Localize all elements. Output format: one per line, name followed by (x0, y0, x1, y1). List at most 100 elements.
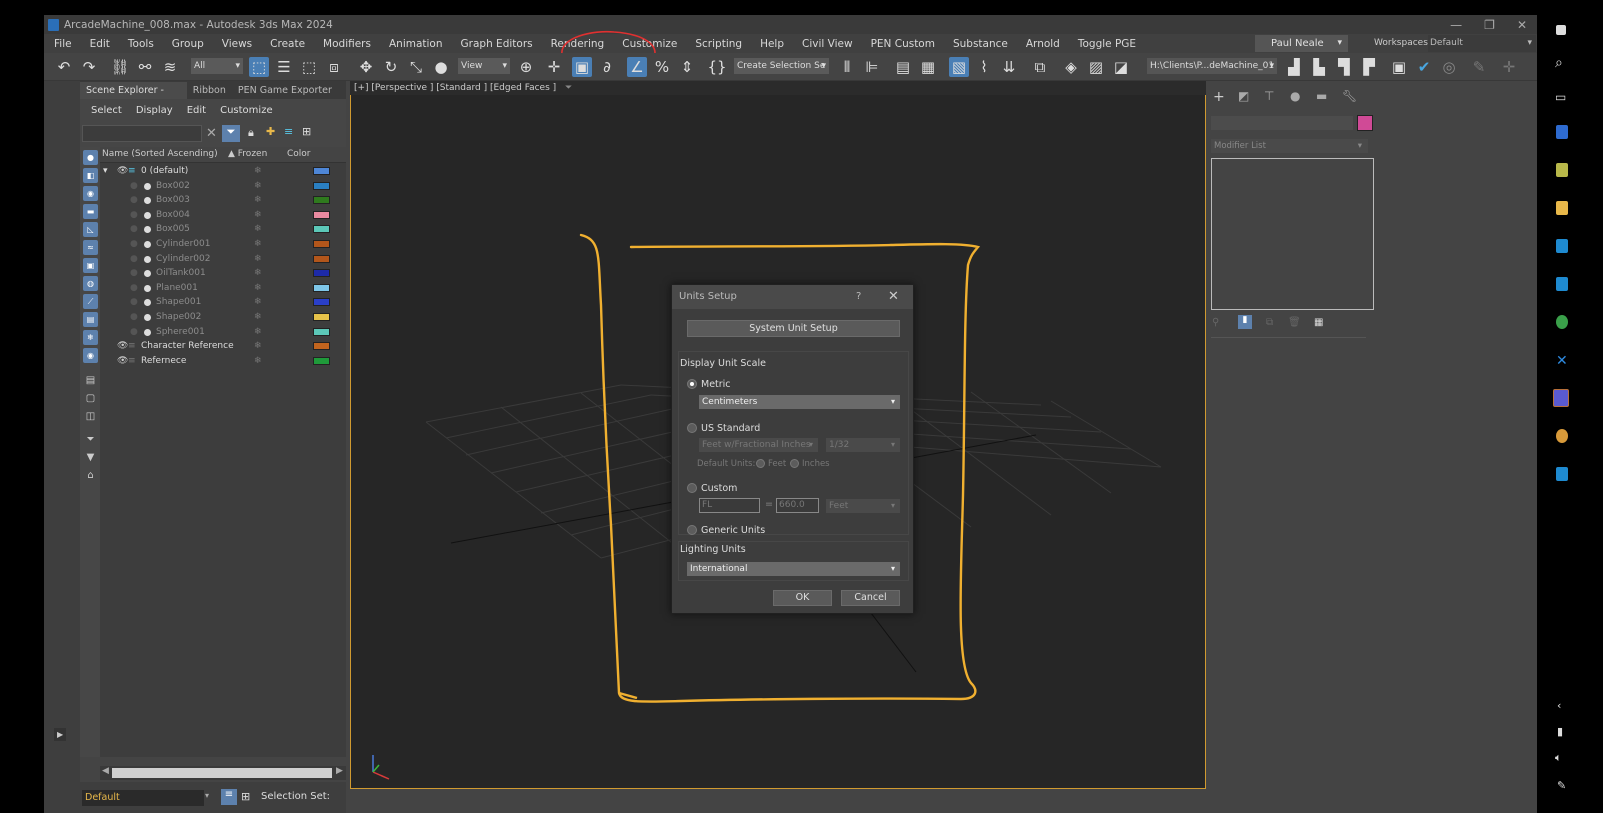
object-color-swatch[interactable] (313, 254, 330, 263)
table-row[interactable]: ● Plane001 ❄ (100, 281, 346, 296)
create-tab-icon[interactable]: + (1213, 89, 1225, 105)
file-explorer-icon[interactable] (1556, 201, 1568, 215)
dialog-title-bar[interactable]: Units Setup (672, 285, 913, 309)
frozen-toggle-icon[interactable]: ❄ (254, 310, 262, 325)
taskbar-app-1-icon[interactable] (1556, 125, 1568, 139)
table-row[interactable]: ● Box004 ❄ (100, 208, 346, 223)
table-row[interactable]: ● Box002 ❄ (100, 179, 346, 194)
table-row[interactable]: ● Cylinder001 ❄ (100, 237, 346, 252)
row-name[interactable]: Sphere001 (156, 325, 205, 340)
utilities-tab-icon[interactable]: 🔧︎ (1342, 89, 1357, 103)
remove-modifier-icon[interactable]: 🗑︎ (1288, 317, 1301, 328)
se-menu-customize[interactable]: Customize (220, 105, 273, 116)
angle-snap-icon[interactable]: ∠ (627, 57, 647, 77)
display-bones-icon[interactable]: ⟋ (83, 294, 98, 309)
se-menu-display[interactable]: Display (136, 105, 173, 116)
frozen-toggle-icon[interactable]: ❄ (254, 266, 262, 281)
menu-group[interactable]: Group (172, 38, 204, 50)
frozen-toggle-icon[interactable]: ❄ (254, 295, 262, 310)
scroll-left-icon[interactable]: ◀ (102, 766, 109, 776)
row-name[interactable]: Cylinder001 (156, 237, 210, 252)
row-name[interactable]: Box004 (156, 208, 190, 223)
scale-icon[interactable]: ⤡ (406, 57, 426, 77)
viewport-filter-icon[interactable]: ⏷ (565, 83, 572, 93)
table-row[interactable]: 👁︎ ≡ Refernece ❄ (100, 354, 346, 369)
frozen-toggle-icon[interactable]: ❄ (254, 237, 262, 252)
add-layer-icon[interactable]: ✚ (266, 125, 275, 138)
frozen-toggle-icon[interactable]: ❄ (254, 193, 262, 208)
object-color-swatch[interactable] (313, 181, 330, 190)
visibility-dot-icon[interactable]: ● (130, 252, 138, 267)
visibility-dot-icon[interactable]: ● (130, 325, 138, 340)
object-color-swatch[interactable] (1357, 115, 1373, 131)
row-name[interactable]: Box003 (156, 193, 190, 208)
menu-file[interactable]: File (54, 38, 72, 50)
frozen-toggle-icon[interactable]: ❄ (254, 252, 262, 267)
save-icon[interactable]: ▣ (1389, 57, 1409, 77)
menu-help[interactable]: Help (760, 38, 784, 50)
visibility-dot-icon[interactable]: ● (130, 266, 138, 281)
row-name[interactable]: Box002 (156, 179, 190, 194)
ok-button[interactable]: OK (773, 590, 832, 606)
menu-edit[interactable]: Edit (90, 38, 110, 50)
display-geometry-icon[interactable]: ● (83, 150, 98, 165)
render-frame-icon[interactable]: ◪ (1111, 57, 1131, 77)
clear-search-icon[interactable]: ✕ (206, 126, 217, 141)
menu-civil-view[interactable]: Civil View (802, 38, 853, 50)
metric-units-select[interactable]: Centimeters (699, 395, 900, 409)
volume-icon[interactable]: 🔈︎ (1555, 751, 1562, 765)
menu-scripting[interactable]: Scripting (695, 38, 742, 50)
object-color-swatch[interactable] (313, 342, 330, 351)
us-standard-radio[interactable] (687, 423, 697, 433)
visibility-dot-icon[interactable]: ● (130, 222, 138, 237)
named-selection-set-select[interactable]: Create Selection Se (734, 58, 829, 74)
custom-name-input[interactable]: FL (699, 498, 760, 513)
table-row[interactable]: ● Shape002 ❄ (100, 310, 346, 325)
object-color-swatch[interactable] (313, 167, 330, 175)
expand-arrow-icon[interactable]: ▶ (54, 728, 67, 741)
dialog-close-icon[interactable]: ✕ (888, 285, 899, 308)
se-menu-edit[interactable]: Edit (187, 105, 206, 116)
column-frozen[interactable]: ▲ Frozen (228, 149, 267, 159)
close-button[interactable]: ✕ (1517, 18, 1527, 32)
mirror-icon[interactable]: ⫴ (837, 57, 857, 77)
curve-editor-icon[interactable]: ⌇ (974, 57, 994, 77)
viewport-menu-label[interactable]: [+] [Perspective ] [Standard ] [Edged Fa… (354, 83, 556, 93)
selection-filter-select[interactable]: All (191, 58, 243, 74)
material-editor-icon[interactable]: ◈ (1061, 57, 1081, 77)
pivot-center-icon[interactable]: ⊕ (516, 57, 536, 77)
column-color[interactable]: Color (287, 149, 311, 159)
menu-views[interactable]: Views (222, 38, 252, 50)
layers-icon[interactable]: ≡ (221, 789, 237, 805)
search-input[interactable] (82, 125, 202, 142)
pen-icon[interactable]: ✎ (1557, 779, 1566, 792)
table-row[interactable]: ● OilTank001 ❄ (100, 266, 346, 281)
tray-expand-icon[interactable]: ‹ (1557, 699, 1561, 712)
taskbar-app-3-icon[interactable] (1556, 429, 1568, 443)
visibility-dot-icon[interactable]: ● (130, 295, 138, 310)
select-by-name-icon[interactable]: ☰ (274, 57, 294, 77)
menu-arnold[interactable]: Arnold (1026, 38, 1060, 50)
rotate-icon[interactable]: ↻ (381, 57, 401, 77)
place-icon[interactable]: ● (431, 57, 451, 77)
bind-space-warp-icon[interactable]: ≋ (160, 57, 180, 77)
show-end-result-icon[interactable]: ▮ (1238, 315, 1252, 329)
row-name[interactable]: Shape001 (156, 295, 201, 310)
taskbar-3dsmax-2-icon[interactable] (1556, 277, 1568, 291)
display-cameras-icon[interactable]: ▬ (83, 204, 98, 219)
display-containers-icon[interactable]: ▤ (83, 312, 98, 327)
sync-icon[interactable]: ◎ (1439, 57, 1459, 77)
custom-value-input[interactable]: 660.0 (776, 498, 819, 513)
layer-stack-icon[interactable]: ≡ (284, 125, 293, 138)
table-row[interactable]: ● Sphere001 ❄ (100, 325, 346, 340)
object-color-swatch[interactable] (313, 196, 330, 205)
us-fraction-select[interactable]: 1/32 (826, 438, 900, 452)
row-name[interactable]: 0 (default) (141, 164, 188, 179)
custom-radio[interactable] (687, 483, 697, 493)
visibility-dot-icon[interactable]: ● (130, 193, 138, 208)
move-icon[interactable]: ✥ (356, 57, 376, 77)
metric-radio[interactable] (687, 379, 697, 389)
table-row[interactable]: ● Cylinder002 ❄ (100, 252, 346, 267)
window-crossing-icon[interactable]: ⧈ (324, 57, 344, 77)
visibility-dot-icon[interactable]: ● (130, 310, 138, 325)
